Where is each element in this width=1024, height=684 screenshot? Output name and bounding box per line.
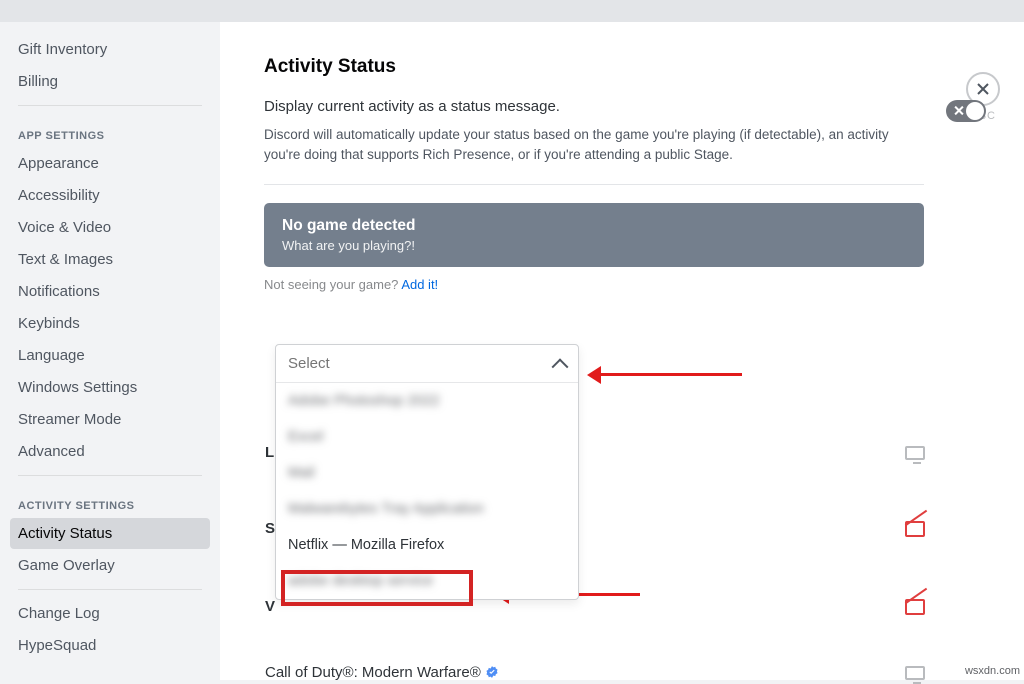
select-search-input[interactable] [288,355,554,372]
game-row-label: S [265,520,275,537]
activity-toggle[interactable] [946,100,986,122]
toggle-label: Display current activity as a status mes… [264,98,926,115]
divider [18,105,202,106]
add-it-link[interactable]: Add it! [401,277,438,292]
divider [18,475,202,476]
select-input-row[interactable] [276,345,578,383]
monitor-icon[interactable] [905,446,925,460]
window-titlebar [0,0,1024,22]
sidebar-item-accessibility[interactable]: Accessibility [10,180,210,211]
no-game-title: No game detected [282,217,906,235]
sidebar-item-streamer-mode[interactable]: Streamer Mode [10,404,210,435]
select-option[interactable]: adobe desktop service [276,563,578,599]
sidebar-header-app: APP SETTINGS [10,114,210,148]
select-option[interactable]: Adobe Photoshop 2022 [276,383,578,419]
game-row-label: Call of Duty®: Modern Warfare® [265,664,499,681]
no-game-subtitle: What are you playing?! [282,238,906,253]
close-icon [975,81,991,97]
game-row-label: L [265,444,274,461]
game-select-dropdown[interactable]: Adobe Photoshop 2022 Excel Mail Malwareb… [275,344,579,600]
game-row-label: V [265,598,275,615]
sidebar-item-hypesquad[interactable]: HypeSquad [10,630,210,661]
add-hint-text: Not seeing your game? [264,277,401,292]
settings-sidebar: Gift Inventory Billing APP SETTINGS Appe… [0,22,220,680]
sidebar-item-voice-video[interactable]: Voice & Video [10,212,210,243]
sidebar-item-notifications[interactable]: Notifications [10,276,210,307]
sidebar-item-billing[interactable]: Billing [10,66,210,97]
sidebar-item-windows-settings[interactable]: Windows Settings [10,372,210,403]
sidebar-item-change-log[interactable]: Change Log [10,598,210,629]
sidebar-item-keybinds[interactable]: Keybinds [10,308,210,339]
select-option[interactable]: Excel [276,419,578,455]
setting-description: Discord will automatically update your s… [264,125,924,164]
add-game-hint: Not seeing your game? Add it! [264,277,986,292]
sidebar-item-language[interactable]: Language [10,340,210,371]
overlay-disabled-icon[interactable] [905,521,925,537]
select-option[interactable]: Malwarebytes Tray Application [276,491,578,527]
sidebar-item-appearance[interactable]: Appearance [10,148,210,179]
verified-icon [485,665,499,679]
divider [264,184,924,185]
sidebar-item-gift-inventory[interactable]: Gift Inventory [10,34,210,65]
chevron-up-icon [552,358,569,375]
divider [18,589,202,590]
sidebar-item-activity-status[interactable]: Activity Status [10,518,210,549]
page-title: Activity Status [264,56,986,78]
sidebar-item-advanced[interactable]: Advanced [10,436,210,467]
select-option-netflix[interactable]: Netflix — Mozilla Firefox [276,527,578,563]
toggle-off-icon [952,104,966,118]
annotation-arrow [592,373,742,376]
overlay-disabled-icon[interactable] [905,599,925,615]
sidebar-item-text-images[interactable]: Text & Images [10,244,210,275]
monitor-icon[interactable] [905,666,925,680]
select-option[interactable]: Mail [276,455,578,491]
sidebar-header-activity: ACTIVITY SETTINGS [10,484,210,518]
game-row: Call of Duty®: Modern Warfare® [265,664,925,681]
no-game-banner: No game detected What are you playing?! [264,203,924,267]
game-row: V [265,598,925,615]
watermark: wsxdn.com [965,665,1020,677]
sidebar-item-game-overlay[interactable]: Game Overlay [10,550,210,581]
